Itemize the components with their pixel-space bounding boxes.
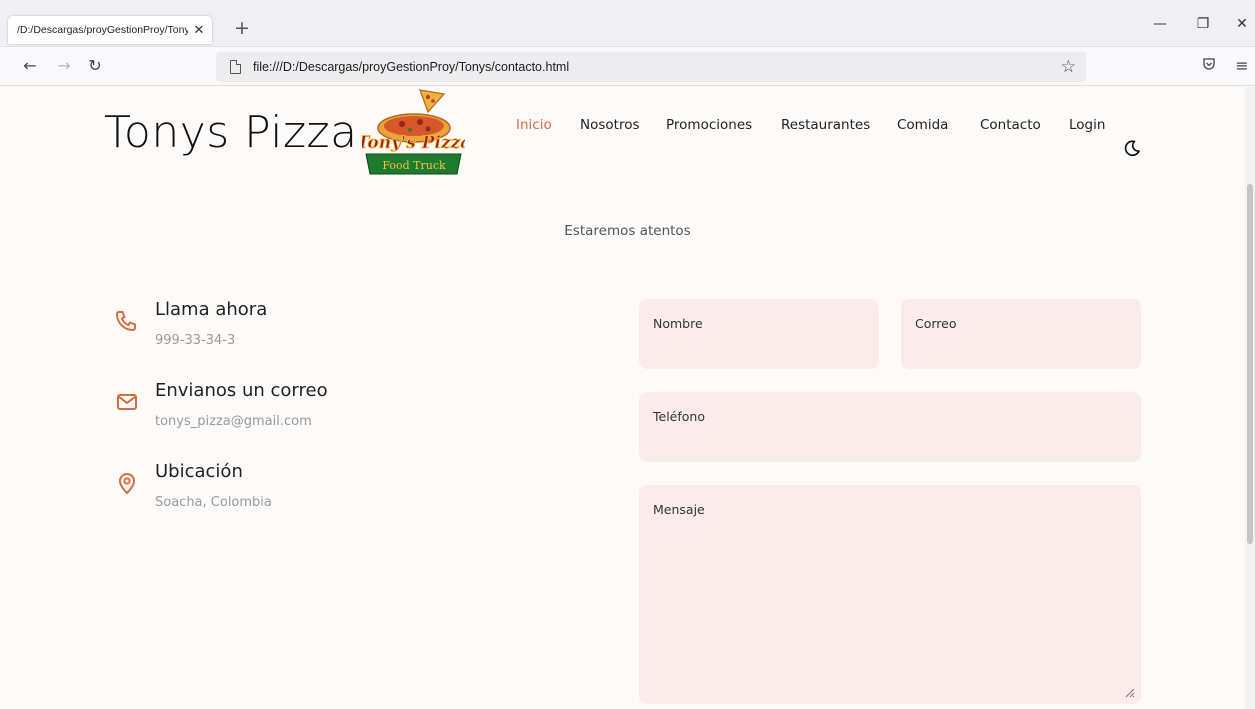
svg-text:Tony's Pizza: Tony's Pizza: [362, 133, 465, 153]
tab-title: /D:/Descargas/proyGestionProy/Tonys: [17, 24, 188, 36]
url-bar[interactable]: file:///D:/Descargas/proyGestionProy/Ton…: [216, 52, 1086, 82]
site-title: Tonys Pizza: [104, 107, 358, 158]
message-textarea[interactable]: Mensaje: [639, 485, 1141, 704]
mail-icon: [117, 394, 137, 410]
menu-icon[interactable]: ≡: [1231, 56, 1253, 75]
back-icon[interactable]: ←: [19, 56, 41, 75]
name-field[interactable]: Nombre: [639, 299, 879, 369]
close-window-icon[interactable]: ✕: [1232, 16, 1252, 32]
pocket-icon[interactable]: [1198, 56, 1220, 75]
reload-icon[interactable]: ↻: [84, 56, 106, 75]
nav-contacto[interactable]: Contacto: [980, 117, 1041, 133]
phone-icon: [116, 311, 136, 331]
phone-title: Llama ahora: [155, 299, 268, 320]
page-icon: [230, 60, 241, 74]
phone-field[interactable]: Teléfono: [639, 392, 1141, 462]
browser-nav-bar: ← → ↻ file:///D:/Descargas/proyGestionPr…: [0, 48, 1255, 86]
nav-restaurantes[interactable]: Restaurantes: [781, 117, 870, 133]
location-value: Soacha, Colombia: [155, 495, 272, 510]
new-tab-icon[interactable]: +: [234, 17, 250, 39]
scrollbar[interactable]: [1245, 87, 1255, 709]
contact-subtitle: Estaremos atentos: [564, 223, 691, 239]
message-label: Mensaje: [653, 502, 705, 517]
name-label: Nombre: [653, 316, 703, 331]
forward-icon[interactable]: →: [53, 56, 75, 75]
svg-text:Food Truck: Food Truck: [382, 159, 446, 172]
nav-login[interactable]: Login: [1069, 117, 1105, 133]
nav-nosotros[interactable]: Nosotros: [580, 117, 640, 133]
browser-tab-bar: /D:/Descargas/proyGestionProy/Tonys ✕ + …: [0, 0, 1255, 47]
restore-icon[interactable]: ❐: [1193, 16, 1213, 32]
close-tab-icon[interactable]: ✕: [192, 23, 206, 38]
email-title: Envianos un correo: [155, 380, 328, 401]
nav-comida[interactable]: Comida: [897, 117, 948, 133]
bookmark-star-icon[interactable]: ☆: [1061, 57, 1076, 77]
location-title: Ubicación: [155, 461, 243, 482]
food-truck-logo: Tony's Pizza Food Truck: [362, 89, 465, 175]
url-text: file:///D:/Descargas/proyGestionProy/Ton…: [253, 60, 570, 74]
location-pin-icon: [119, 473, 135, 494]
email-value: tonys_pizza@gmail.com: [155, 414, 312, 429]
phone-value: 999-33-34-3: [155, 333, 236, 348]
nav-inicio[interactable]: Inicio: [516, 117, 552, 133]
browser-tab[interactable]: /D:/Descargas/proyGestionProy/Tonys ✕: [8, 16, 212, 44]
minimize-icon[interactable]: —: [1150, 16, 1170, 32]
email-label: Correo: [915, 316, 957, 331]
nav-promociones[interactable]: Promociones: [666, 117, 752, 133]
resize-grip-icon[interactable]: [1123, 686, 1135, 698]
dark-mode-moon-icon[interactable]: [1122, 138, 1142, 158]
phone-label: Teléfono: [653, 409, 705, 424]
email-field[interactable]: Correo: [901, 299, 1141, 369]
